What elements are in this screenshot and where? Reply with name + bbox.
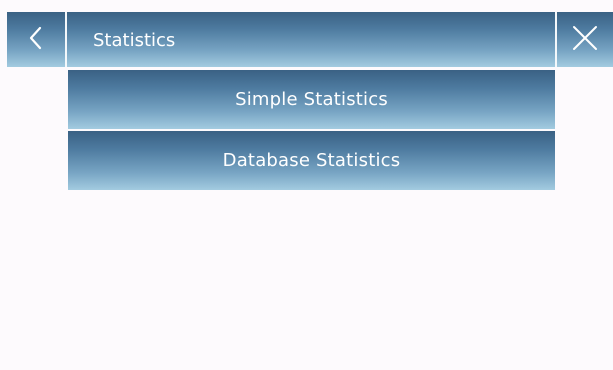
menu-item-label: Database Statistics	[222, 150, 401, 171]
statistics-screen: Statistics Simple Statistics Database St…	[0, 0, 613, 370]
page-title: Statistics	[93, 30, 176, 51]
back-button[interactable]	[7, 12, 65, 67]
header-divider-left	[65, 12, 67, 67]
header-bar: Statistics	[7, 12, 613, 67]
menu-item-label: Simple Statistics	[235, 89, 388, 110]
close-icon	[572, 25, 598, 55]
simple-statistics-button[interactable]: Simple Statistics	[68, 70, 555, 129]
chevron-left-icon	[29, 26, 43, 54]
database-statistics-button[interactable]: Database Statistics	[68, 131, 555, 190]
close-button[interactable]	[557, 12, 613, 67]
